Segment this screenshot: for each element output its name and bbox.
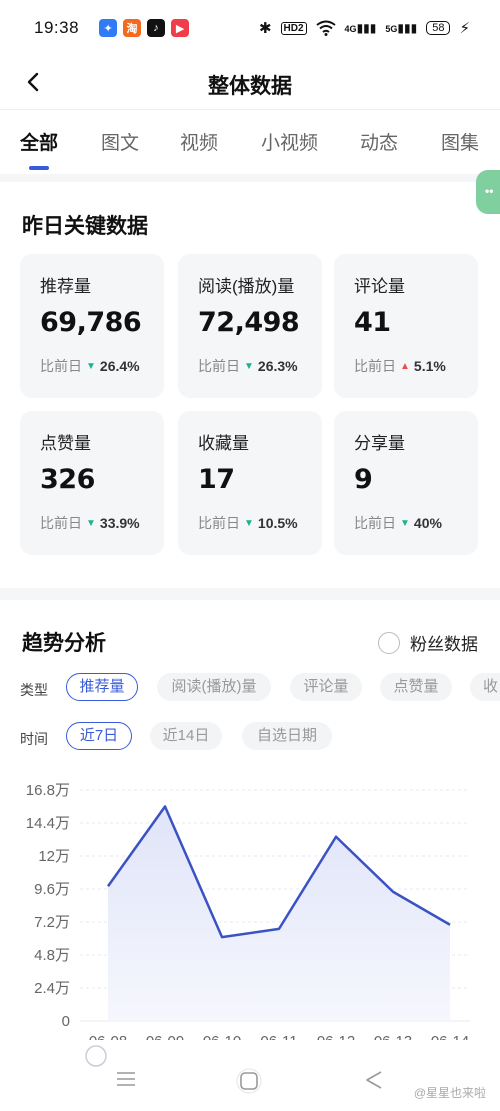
bluetooth-icon: ✱ xyxy=(258,20,272,37)
menu-icon[interactable] xyxy=(116,1070,136,1088)
down-triangle-icon: ▼ xyxy=(400,517,410,529)
x-tick-label: 06-09 xyxy=(146,1033,184,1040)
video-app-icon: ▶ xyxy=(171,19,190,37)
time-chip-custom[interactable]: 自选日期 xyxy=(242,722,332,750)
stat-value: 17 xyxy=(198,464,235,495)
watermark: @星星也来啦 xyxy=(413,1086,486,1100)
more-dots-icon: •• xyxy=(485,184,494,198)
time-chip-7days[interactable]: 近7日 xyxy=(66,722,132,750)
fans-data-label: 粉丝数据 xyxy=(410,635,478,654)
app-header: 整体数据 xyxy=(0,56,500,110)
trend-title: 趋势分析 xyxy=(22,632,106,655)
stat-label: 分享量 xyxy=(354,434,405,453)
x-tick-label: 06-08 xyxy=(89,1033,127,1040)
stat-compare: 比前日 ▼ 26.3% xyxy=(198,358,298,374)
y-tick-label: 0 xyxy=(62,1013,70,1030)
tiktok-icon: ♪ xyxy=(147,19,166,37)
stat-compare: 比前日 ▼ 10.5% xyxy=(198,515,298,531)
stat-card-reads[interactable]: 阅读(播放)量 72,498 比前日 ▼ 26.3% xyxy=(178,254,322,398)
down-triangle-icon: ▼ xyxy=(244,517,254,529)
wifi-icon xyxy=(315,20,336,36)
stat-card-comments[interactable]: 评论量 41 比前日 ▲ 5.1% xyxy=(334,254,478,398)
tab-dynamic[interactable]: 动态 xyxy=(360,128,398,155)
back-triangle-icon[interactable] xyxy=(364,1070,384,1090)
down-triangle-icon: ▼ xyxy=(244,360,254,372)
stat-compare: 比前日 ▼ 33.9% xyxy=(40,515,140,531)
app-notification-icon: ✦ xyxy=(99,19,118,37)
radio-icon[interactable] xyxy=(378,631,400,654)
circle-icon xyxy=(85,1045,107,1067)
system-icons: ✱ HD2 4G▮▮▮ 5G▮▮▮ 58 ⚡ xyxy=(259,19,470,37)
tab-article[interactable]: 图文 xyxy=(101,128,139,155)
notification-icons: ✦ 淘 ♪ ▶ xyxy=(99,19,190,37)
stat-label: 收藏量 xyxy=(198,434,249,453)
x-tick-label: 06-10 xyxy=(203,1033,241,1040)
x-tick-label: 06-11 xyxy=(260,1033,297,1040)
stat-card-likes[interactable]: 点赞量 326 比前日 ▼ 33.9% xyxy=(20,411,164,555)
y-tick-label: 2.4万 xyxy=(34,980,70,997)
stat-compare: 比前日 ▲ 5.1% xyxy=(354,358,446,374)
shop-app-icon: 淘 xyxy=(123,19,142,37)
y-tick-label: 14.4万 xyxy=(26,815,70,832)
y-tick-label: 12万 xyxy=(38,848,70,865)
fans-data-toggle[interactable]: 粉丝数据 xyxy=(378,630,478,655)
battery-icon: 58 xyxy=(426,21,451,35)
stat-compare: 比前日 ▼ 26.4% xyxy=(40,358,140,374)
key-data-title: 昨日关键数据 xyxy=(22,215,148,238)
down-triangle-icon: ▼ xyxy=(86,360,96,372)
stat-value: 9 xyxy=(354,464,373,495)
x-tick-label: 06-12 xyxy=(317,1033,355,1040)
active-tab-indicator xyxy=(29,166,49,170)
tab-gallery[interactable]: 图集 xyxy=(441,128,479,155)
tab-all[interactable]: 全部 xyxy=(20,128,58,155)
stat-value: 72,498 xyxy=(198,307,300,338)
y-tick-label: 16.8万 xyxy=(26,782,70,799)
down-triangle-icon: ▼ xyxy=(86,517,96,529)
key-data-section: 昨日关键数据 推荐量 69,786 比前日 ▼ 26.4% 阅读(播放)量 72,4… xyxy=(0,182,500,588)
home-icon[interactable] xyxy=(236,1068,262,1094)
up-triangle-icon: ▲ xyxy=(400,360,410,372)
tab-short-video[interactable]: 小视频 xyxy=(261,128,318,155)
content-type-tabs: 全部 图文 视频 小视频 动态 图集 xyxy=(0,110,500,174)
floating-side-handle[interactable]: •• xyxy=(476,170,500,214)
status-time: 19:38 xyxy=(34,18,80,37)
type-row-label: 类型 xyxy=(20,682,48,698)
type-chip-recommend[interactable]: 推荐量 xyxy=(66,673,138,701)
stat-label: 点赞量 xyxy=(40,434,91,453)
status-bar: 19:38 ✦ 淘 ♪ ▶ ✱ HD2 4G▮▮▮ 5G▮▮▮ 58 ⚡ xyxy=(0,0,500,56)
type-chip-reads[interactable]: 阅读(播放)量 xyxy=(157,673,271,701)
x-tick-label: 06-14 xyxy=(431,1033,469,1040)
hd-icon: HD2 xyxy=(280,21,307,35)
tab-video[interactable]: 视频 xyxy=(180,128,218,155)
stat-card-favorites[interactable]: 收藏量 17 比前日 ▼ 10.5% xyxy=(178,411,322,555)
page-title: 整体数据 xyxy=(208,75,292,98)
stat-value: 69,786 xyxy=(40,307,142,338)
trend-section: 趋势分析 粉丝数据 类型 推荐量 阅读(播放)量 评论量 点赞量 收 时间 近7… xyxy=(0,600,500,1111)
time-chip-14days[interactable]: 近14日 xyxy=(150,722,222,750)
stat-label: 推荐量 xyxy=(40,277,91,296)
y-tick-label: 7.2万 xyxy=(34,914,70,931)
stat-label: 评论量 xyxy=(354,277,405,296)
stat-value: 41 xyxy=(354,307,391,338)
stat-label: 阅读(播放)量 xyxy=(198,277,295,296)
y-tick-label: 9.6万 xyxy=(34,881,70,898)
trend-chart: 0 2.4万 4.8万 7.2万 9.6万 12万 14.4万 16.8万 06-08 06-09… xyxy=(26,782,470,1040)
chart-area-fill xyxy=(108,806,450,1021)
charging-icon: ⚡ xyxy=(459,20,470,37)
type-chip-comments[interactable]: 评论量 xyxy=(290,673,362,701)
signal-4g-icon: 4G▮▮▮ xyxy=(344,21,377,35)
stat-value: 326 xyxy=(40,464,95,495)
type-chip-likes[interactable]: 点赞量 xyxy=(380,673,452,701)
type-chip-favorites[interactable]: 收 xyxy=(470,673,500,701)
time-row-label: 时间 xyxy=(20,731,48,747)
signal-5g-icon: 5G▮▮▮ xyxy=(385,21,418,35)
stat-card-shares[interactable]: 分享量 9 比前日 ▼ 40% xyxy=(334,411,478,555)
x-tick-label: 06-13 xyxy=(374,1033,412,1040)
stat-compare: 比前日 ▼ 40% xyxy=(354,515,442,531)
stat-card-recommend[interactable]: 推荐量 69,786 比前日 ▼ 26.4% xyxy=(20,254,164,398)
y-tick-label: 4.8万 xyxy=(34,947,70,964)
